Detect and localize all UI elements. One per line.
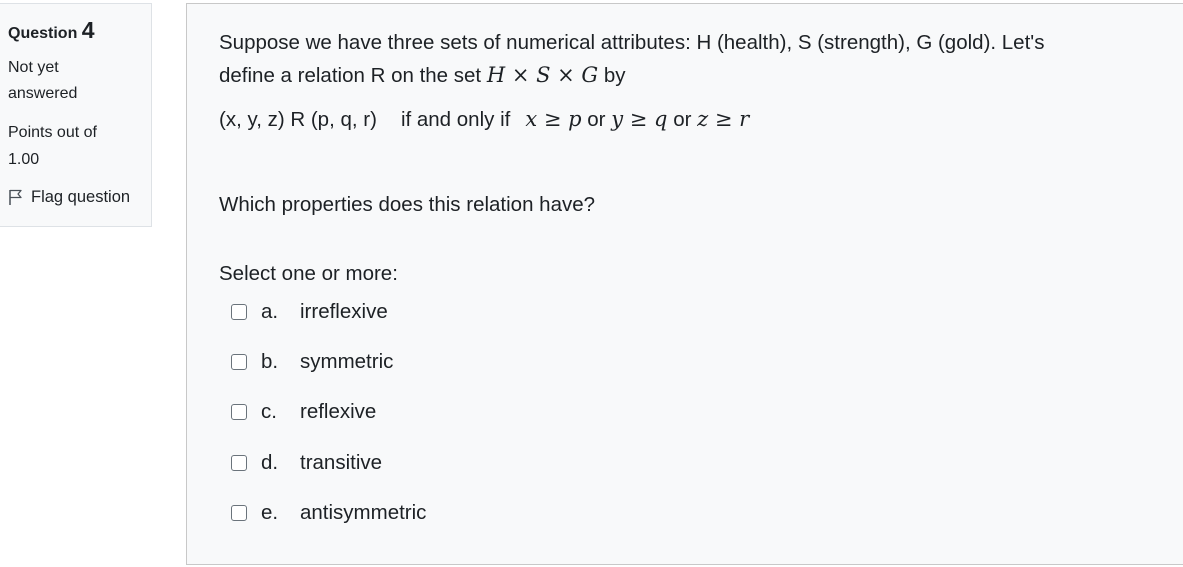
answer-option-d[interactable]: d. transitive bbox=[231, 448, 426, 478]
option-letter-c: c. bbox=[261, 400, 277, 424]
intro2-post: by bbox=[603, 64, 626, 87]
question-text: Suppose we have three sets of numerical … bbox=[219, 26, 1149, 136]
question-state-line1: Not yet bbox=[8, 59, 59, 76]
or-1: or bbox=[587, 108, 606, 131]
flag-question-link[interactable]: Flag question bbox=[8, 188, 143, 207]
relation-definition: (x, y, z) R (p, q, r) if and only if x ≥ p… bbox=[219, 103, 1149, 136]
question-grade: Points out of 1.00 bbox=[8, 119, 143, 173]
checkbox-a[interactable] bbox=[231, 304, 247, 320]
answer-options: a. irreflexive b. symmetric c. reflexive… bbox=[231, 297, 426, 548]
question-state: Not yet answered bbox=[8, 55, 143, 107]
condition-3: z ≥ r bbox=[697, 107, 750, 131]
set-expression: H × S × G bbox=[486, 63, 599, 87]
option-label-c: reflexive bbox=[300, 400, 377, 424]
question-prefix: Question bbox=[8, 25, 78, 42]
answer-option-a[interactable]: a. irreflexive bbox=[231, 297, 426, 327]
condition-1: x ≥ p bbox=[525, 107, 582, 131]
flag-question-label: Flag question bbox=[31, 188, 131, 206]
question-state-line2: answered bbox=[8, 85, 78, 102]
option-letter-a: a. bbox=[261, 300, 279, 323]
checkbox-c[interactable] bbox=[231, 404, 247, 421]
question-grade-line1: Points out of bbox=[8, 124, 97, 141]
option-letter-b: b. bbox=[261, 350, 279, 374]
checkbox-d[interactable] bbox=[231, 454, 247, 471]
or-2: or bbox=[673, 108, 692, 131]
question-content-panel: Suppose we have three sets of numerical … bbox=[186, 3, 1183, 565]
answer-prompt: Select one or more: bbox=[219, 262, 398, 285]
option-label-d: transitive bbox=[300, 450, 383, 474]
option-label-b: symmetric bbox=[300, 350, 394, 374]
question-grade-line2: 1.00 bbox=[8, 151, 40, 168]
question-intro-line1: Suppose we have three sets of numerical … bbox=[219, 31, 1045, 54]
condition-2: y ≥ q bbox=[611, 107, 668, 131]
option-label-a: irreflexive bbox=[300, 300, 388, 323]
intro2-pre: define a relation R on the set bbox=[219, 64, 482, 87]
question-which: Which properties does this relation have… bbox=[219, 193, 596, 216]
relation-lhs: (x, y, z) R (p, q, r) bbox=[219, 108, 377, 131]
checkbox-e[interactable] bbox=[231, 504, 247, 521]
answer-option-b[interactable]: b. symmetric bbox=[231, 347, 426, 377]
option-letter-d: d. bbox=[261, 450, 279, 474]
question-intro-line2: define a relation R on the set H × S × G… bbox=[219, 59, 1149, 92]
question-number-heading: Question 4 bbox=[8, 18, 143, 46]
checkbox-b[interactable] bbox=[231, 354, 247, 371]
option-label-e: antisymmetric bbox=[300, 500, 427, 524]
question-number: 4 bbox=[81, 17, 95, 43]
flag-icon bbox=[9, 189, 22, 205]
iff-text: if and only if bbox=[400, 108, 511, 131]
option-letter-e: e. bbox=[261, 500, 279, 524]
answer-option-c[interactable]: c. reflexive bbox=[231, 397, 426, 427]
question-info-panel: Question 4 Not yet answered Points out o… bbox=[0, 3, 152, 227]
answer-option-e[interactable]: e. antisymmetric bbox=[231, 498, 426, 528]
